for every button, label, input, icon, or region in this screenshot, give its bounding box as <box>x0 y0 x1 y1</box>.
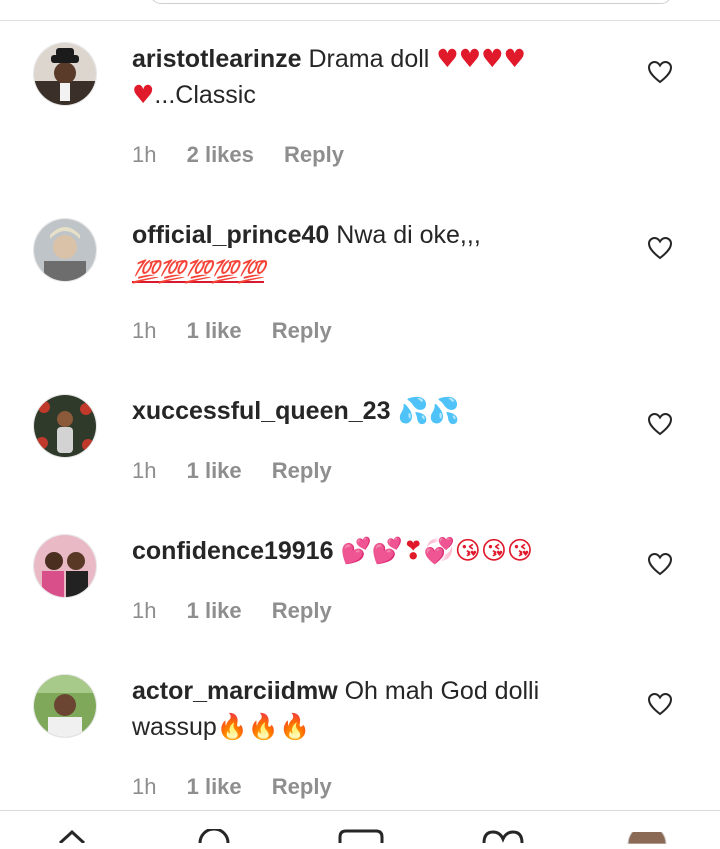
comment-text: official_prince40 Nwa di oke,,, 💯💯💯💯💯 <box>132 217 612 290</box>
heart-outline-icon <box>647 552 673 576</box>
heart-outline-icon <box>647 692 673 716</box>
like-button[interactable] <box>647 692 673 716</box>
profile-avatar-icon[interactable] <box>626 824 668 849</box>
avatar[interactable] <box>33 218 97 282</box>
comment-meta: 1h 1 like Reply <box>132 598 356 624</box>
heart-outline-icon <box>647 412 673 436</box>
comment-time: 1h <box>132 774 157 799</box>
comment-input-bar[interactable] <box>150 0 672 4</box>
comment-time: 1h <box>132 318 157 343</box>
heart-outline-icon <box>647 60 673 84</box>
comment-username[interactable]: actor_marciidmw <box>132 677 338 705</box>
like-button[interactable] <box>647 236 673 260</box>
comment-username[interactable]: official_prince40 <box>132 221 329 249</box>
home-icon[interactable] <box>58 829 86 848</box>
comment-time: 1h <box>132 458 157 483</box>
comment-likes[interactable]: 1 like <box>187 318 242 343</box>
like-button[interactable] <box>647 412 673 436</box>
comment-meta: 1h 1 like Reply <box>132 318 356 344</box>
comment-text: confidence19916 💕💕❣💞😘😘😘 <box>132 533 612 569</box>
reply-button[interactable]: Reply <box>272 318 332 343</box>
comment-meta: 1h 2 likes Reply <box>132 142 368 168</box>
heart-outline-icon <box>647 236 673 260</box>
comment-meta: 1h 1 like Reply <box>132 774 356 800</box>
comment-likes[interactable]: 2 likes <box>187 142 254 167</box>
activity-heart-icon[interactable] <box>482 829 524 848</box>
comment-text: xuccessful_queen_23 💦💦 <box>132 393 612 429</box>
reels-icon[interactable] <box>338 829 384 848</box>
top-bar <box>0 0 720 21</box>
comment-emoji: 💯💯💯💯💯 <box>132 259 265 284</box>
comment-time: 1h <box>132 598 157 623</box>
search-icon[interactable] <box>196 827 232 848</box>
comment-body: Nwa di oke,,, <box>336 221 481 249</box>
reply-button[interactable]: Reply <box>272 598 332 623</box>
comment-emoji: 💦💦 <box>397 396 460 425</box>
reply-button[interactable]: Reply <box>272 458 332 483</box>
like-button[interactable] <box>647 552 673 576</box>
like-button[interactable] <box>647 60 673 84</box>
comment-meta: 1h 1 like Reply <box>132 458 356 484</box>
comment-text: actor_marciidmw Oh mah God dolli wassup🔥… <box>132 673 612 745</box>
comment-text: aristotlearinze Drama doll ♥♥♥♥ ♥...Clas… <box>132 41 612 113</box>
avatar[interactable] <box>33 42 97 106</box>
reply-button[interactable]: Reply <box>284 142 344 167</box>
reply-button[interactable]: Reply <box>272 774 332 799</box>
bottom-nav <box>0 810 720 845</box>
avatar[interactable] <box>33 534 97 598</box>
comment-username[interactable]: confidence19916 <box>132 537 334 565</box>
comment-likes[interactable]: 1 like <box>187 598 242 623</box>
comment-emoji: 💕💕❣💞😘😘😘 <box>340 536 533 565</box>
comment-username[interactable]: xuccessful_queen_23 <box>132 397 390 425</box>
comment-likes[interactable]: 1 like <box>187 458 242 483</box>
avatar[interactable] <box>33 674 97 738</box>
comment-emoji: 🔥🔥🔥 <box>216 712 311 741</box>
comment-time: 1h <box>132 142 157 167</box>
comment-username[interactable]: aristotlearinze <box>132 45 302 73</box>
comment-likes[interactable]: 1 like <box>187 774 242 799</box>
comment-body-tail: ...Classic <box>154 81 256 109</box>
avatar[interactable] <box>33 394 97 458</box>
comment-body: Drama doll <box>308 45 437 73</box>
